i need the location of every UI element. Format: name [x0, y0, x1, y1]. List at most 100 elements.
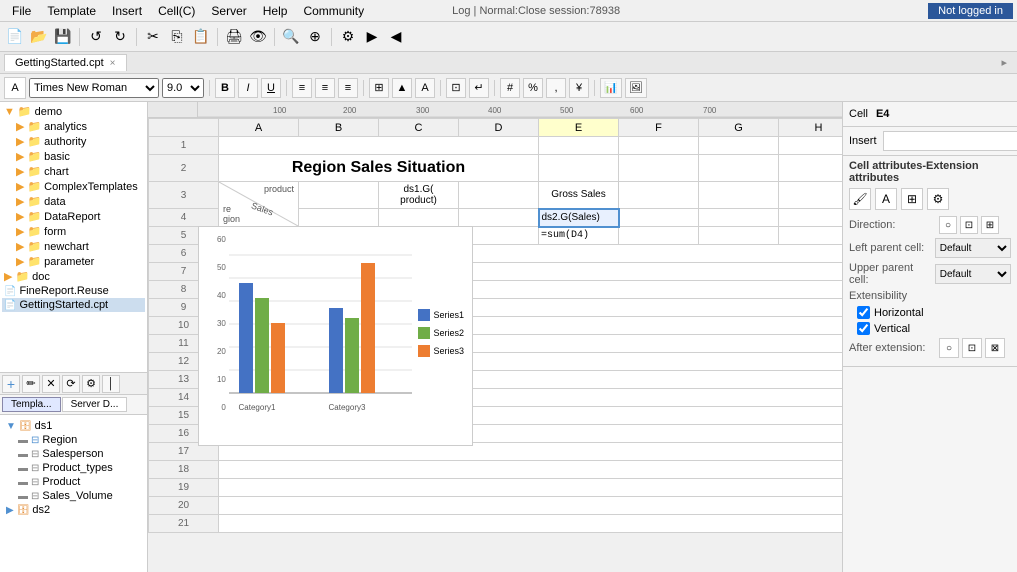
cell-g4[interactable] — [699, 209, 779, 227]
attr-icon-table[interactable]: ⊞ — [901, 188, 923, 210]
currency-btn[interactable]: ¥ — [569, 78, 589, 98]
align-center[interactable]: ≡ — [315, 78, 335, 98]
after-icon-delete[interactable]: ⊠ — [985, 338, 1005, 358]
tree-demo[interactable]: ▼ 📁 demo — [2, 104, 145, 119]
cell-e3[interactable]: Gross Sales — [539, 182, 619, 209]
tree-gettingstarted[interactable]: 📄 GettingStarted.cpt — [2, 298, 145, 312]
toolbar-find[interactable]: 🔍 — [280, 26, 302, 48]
ds-item-ds2[interactable]: ▶ 🗄 ds2 — [4, 503, 143, 517]
font-color-btn[interactable]: A — [415, 78, 435, 98]
col-header-d[interactable]: D — [459, 119, 539, 137]
toolbar-save[interactable]: 💾 — [52, 26, 74, 48]
panel-tab-server[interactable]: Server D... — [62, 397, 128, 412]
col-header-a[interactable]: A — [219, 119, 299, 137]
cell-g3[interactable] — [699, 182, 779, 209]
toolbar-redo[interactable]: ↻ — [109, 26, 131, 48]
chart-insert-btn[interactable]: 📊 — [600, 78, 622, 98]
toolbar-extra1[interactable]: ⚙ — [337, 26, 359, 48]
cell-f2[interactable] — [619, 155, 699, 182]
align-right[interactable]: ≡ — [338, 78, 358, 98]
cell-a2[interactable]: Region Sales Situation — [219, 155, 539, 182]
toolbar-extra2[interactable]: ▶ — [361, 26, 383, 48]
tree-authority[interactable]: ▶ 📁 authority — [2, 134, 145, 149]
panel-delete-btn[interactable]: ✕ — [42, 375, 60, 393]
merge-btn[interactable]: ⊡ — [446, 78, 466, 98]
tree-doc[interactable]: ▶ 📁 doc — [2, 269, 145, 284]
cell-b4[interactable] — [299, 209, 379, 227]
cell-f4[interactable] — [619, 209, 699, 227]
menu-community[interactable]: Community — [295, 2, 372, 20]
panel-add-btn[interactable]: + — [2, 375, 20, 393]
cell-c4[interactable] — [379, 209, 459, 227]
cell-f5[interactable] — [619, 227, 699, 245]
toolbar-undo[interactable]: ↺ — [85, 26, 107, 48]
number-format-btn[interactable]: # — [500, 78, 520, 98]
cell-f1[interactable] — [619, 137, 699, 155]
cell-g1[interactable] — [699, 137, 779, 155]
ds-item-product-types[interactable]: ▬ ⊟ Product_types — [4, 461, 143, 475]
tree-newchart[interactable]: ▶ 📁 newchart — [2, 239, 145, 254]
cell-e5[interactable]: =sum(D4) — [539, 227, 619, 245]
cell-c3[interactable]: ds1.G(product) — [379, 182, 459, 209]
cell-h2[interactable] — [779, 155, 843, 182]
col-header-g[interactable]: G — [699, 119, 779, 137]
tab-extra-btn[interactable]: ▸ — [995, 54, 1013, 71]
after-icon-keep[interactable]: ⊡ — [962, 338, 982, 358]
bg-color-btn[interactable]: ▲ — [392, 78, 412, 98]
tab-close[interactable]: × — [110, 58, 116, 69]
cell-e4[interactable]: ds2.G(Sales) — [539, 209, 619, 227]
tab-getting-started[interactable]: GettingStarted.cpt × — [4, 54, 127, 71]
tree-datareport[interactable]: ▶ 📁 DataReport — [2, 209, 145, 224]
toolbar-print[interactable]: 🖨 — [223, 26, 245, 48]
cell-g5[interactable] — [699, 227, 779, 245]
toolbar-zoom[interactable]: ⊕ — [304, 26, 326, 48]
left-parent-select[interactable]: Default — [935, 238, 1011, 258]
menu-file[interactable]: File — [4, 2, 39, 20]
cell-a3[interactable]: product region Sales — [219, 182, 299, 227]
cell-h4[interactable] — [779, 209, 843, 227]
ds-item-salesperson[interactable]: ▬ ⊟ Salesperson — [4, 447, 143, 461]
menu-insert[interactable]: Insert — [104, 2, 150, 20]
cell-e1[interactable] — [539, 137, 619, 155]
attr-icon-text[interactable]: A — [875, 188, 897, 210]
insert-input[interactable] — [883, 131, 1017, 151]
col-header-c[interactable]: C — [379, 119, 459, 137]
col-header-e[interactable]: E — [539, 119, 619, 137]
tree-parameter[interactable]: ▶ 📁 parameter — [2, 254, 145, 269]
italic-button[interactable]: I — [238, 78, 258, 98]
upper-parent-select[interactable]: Default — [935, 264, 1011, 284]
col-header-b[interactable]: B — [299, 119, 379, 137]
comma-btn[interactable]: , — [546, 78, 566, 98]
menu-help[interactable]: Help — [255, 2, 296, 20]
panel-settings-btn[interactable]: ⚙ — [82, 375, 100, 393]
direction-icon-none[interactable]: ○ — [939, 216, 957, 234]
tree-complextemplates[interactable]: ▶ 📁 ComplexTemplates — [2, 179, 145, 194]
direction-icon-h[interactable]: ⊡ — [960, 216, 978, 234]
border-btn[interactable]: ⊞ — [369, 78, 389, 98]
vertical-checkbox[interactable] — [857, 322, 870, 335]
spreadsheet-scroll[interactable]: A B C D E F G H I 1 — [148, 118, 842, 572]
cell-h5[interactable] — [779, 227, 843, 245]
direction-icon-v[interactable]: ⊞ — [981, 216, 999, 234]
toolbar-copy[interactable]: ⎘ — [166, 26, 188, 48]
ds-item-ds1[interactable]: ▼ 🗄 ds1 — [4, 419, 143, 433]
tree-form[interactable]: ▶ 📁 form — [2, 224, 145, 239]
percent-btn[interactable]: % — [523, 78, 543, 98]
cell-b3[interactable] — [299, 182, 379, 209]
toolbar-preview[interactable]: 👁 — [247, 26, 269, 48]
cell-h3[interactable] — [779, 182, 843, 209]
underline-button[interactable]: U — [261, 78, 281, 98]
cell-d4[interactable] — [459, 209, 539, 227]
font-select[interactable]: Times New Roman — [29, 78, 159, 98]
bold-button[interactable]: B — [215, 78, 235, 98]
panel-edit-btn[interactable]: ✏ — [22, 375, 40, 393]
horizontal-checkbox[interactable] — [857, 306, 870, 319]
align-left[interactable]: ≡ — [292, 78, 312, 98]
cell-h1[interactable] — [779, 137, 843, 155]
toolbar-new[interactable]: 📄 — [4, 26, 26, 48]
cell-e2[interactable] — [539, 155, 619, 182]
attr-icon-paint[interactable]: 🖌 — [849, 188, 871, 210]
toolbar-extra3[interactable]: ◀ — [385, 26, 407, 48]
col-header-f[interactable]: F — [619, 119, 699, 137]
cell-a1[interactable] — [219, 137, 539, 155]
